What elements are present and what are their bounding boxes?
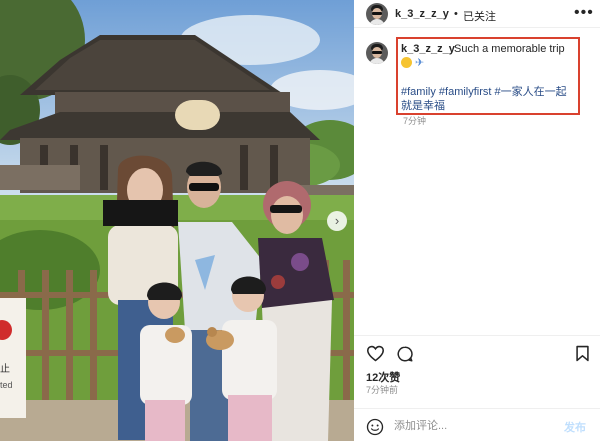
header-username[interactable]: k_3_z_z_y (395, 8, 449, 20)
emoji-icon[interactable] (366, 418, 384, 441)
comment-input[interactable] (394, 416, 554, 436)
family-photo-illustration (0, 0, 354, 441)
comment-icon[interactable] (396, 345, 414, 368)
avatar[interactable] (366, 3, 388, 25)
bookmark-icon[interactable] (575, 345, 590, 367)
sign-text-secondary: ted (0, 380, 13, 390)
caption-timestamp: 7分钟 (403, 116, 427, 126)
post-detail-panel: k_3_z_z_y • 已关注 ••• k_3_z_z_y Such a mem… (354, 0, 600, 441)
airplane-icon: ✈ (415, 57, 425, 69)
header-separator: • (454, 8, 458, 20)
more-horizontal-icon[interactable]: ••• (574, 4, 594, 22)
smiling-face-icon (401, 57, 412, 68)
caption-username[interactable]: k_3_z_z_y (401, 43, 455, 55)
carousel-next-button[interactable]: › (327, 211, 347, 231)
caption-avatar[interactable] (366, 42, 388, 64)
heart-icon[interactable] (366, 345, 385, 367)
actions-divider (354, 335, 600, 336)
post-time-ago: 7分钟前 (366, 385, 399, 395)
caption-emojis: ✈ (401, 56, 424, 69)
caption-hashtags-continued[interactable]: 就是幸福 (401, 97, 445, 113)
caption-text: Such a memorable trip (454, 43, 565, 55)
post-comment-button[interactable]: 发布 (564, 419, 586, 435)
follow-status-button[interactable]: 已关注 (463, 8, 496, 24)
post-photo[interactable]: 止 ted › (0, 0, 354, 441)
sign-text: 止 (0, 364, 10, 375)
